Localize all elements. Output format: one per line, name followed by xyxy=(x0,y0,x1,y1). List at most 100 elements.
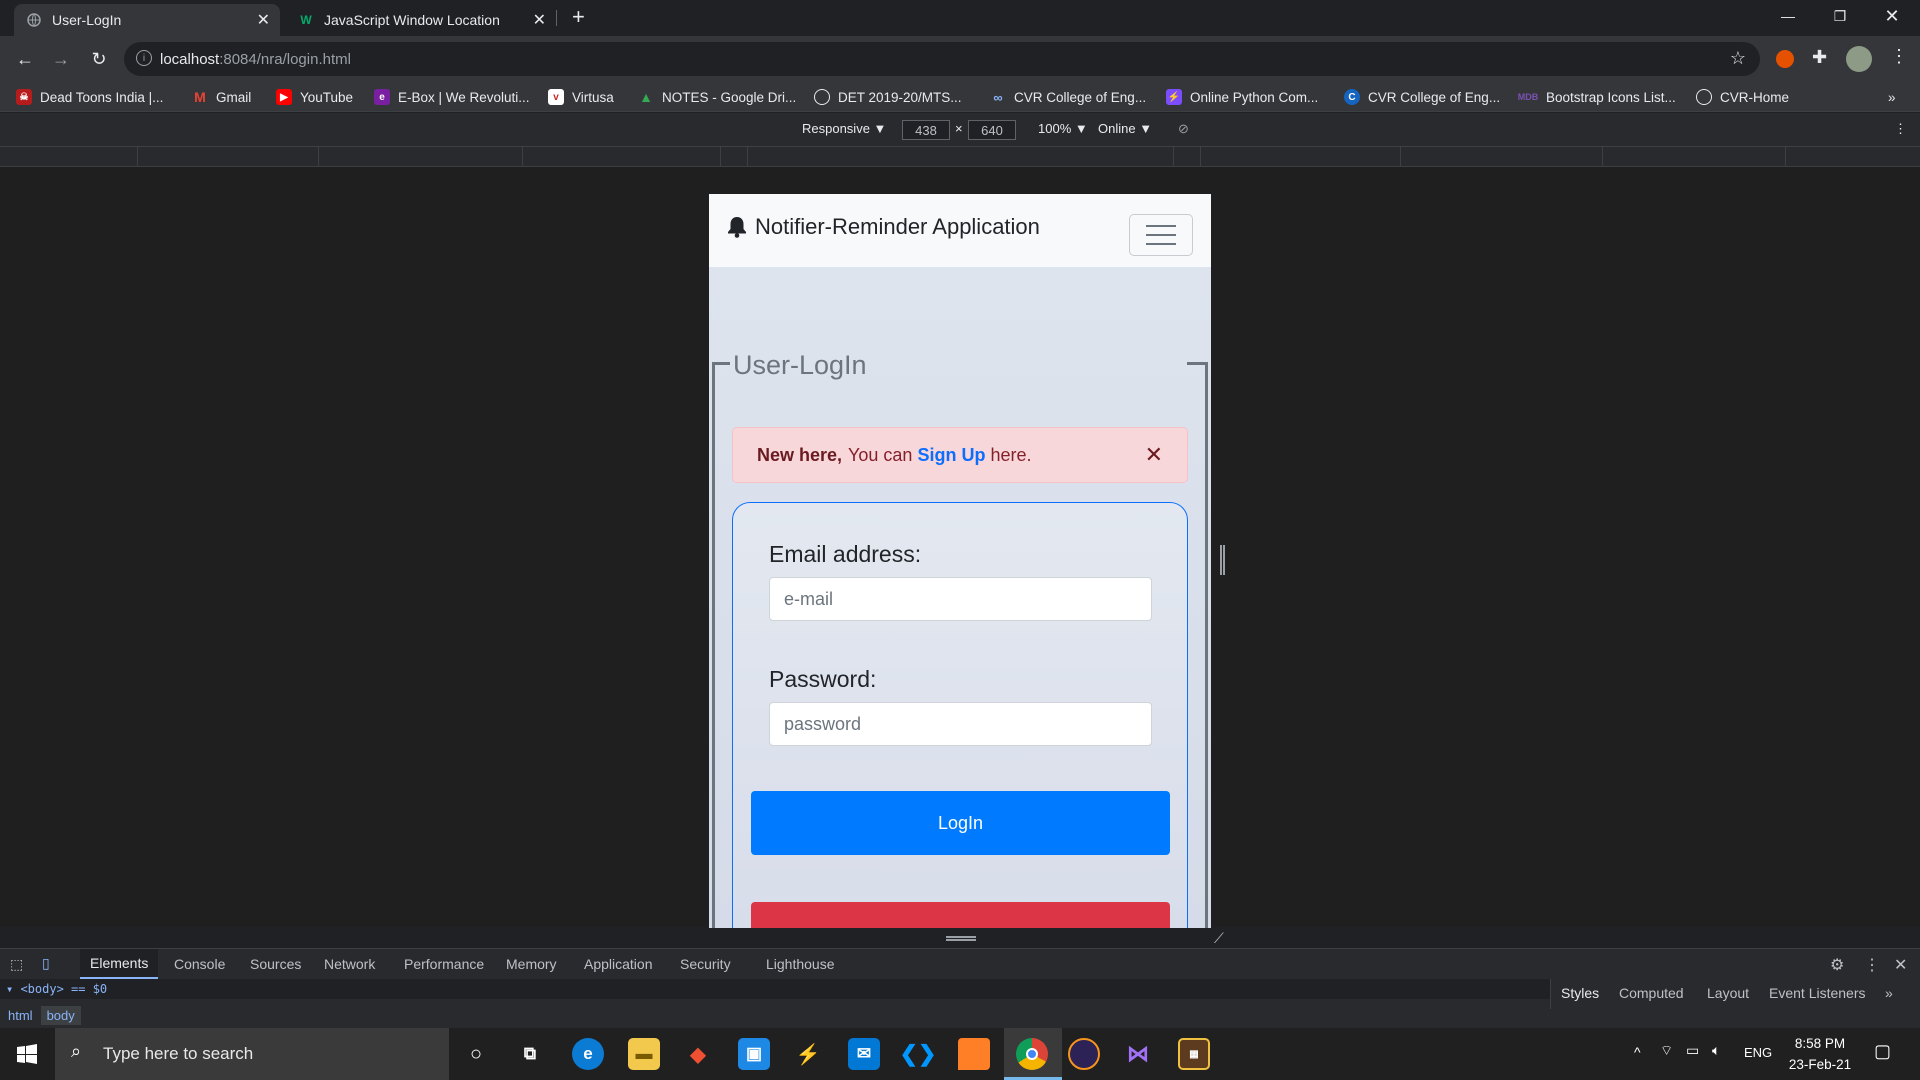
close-tab-icon[interactable]: ✕ xyxy=(533,10,546,30)
width-resize-handle[interactable] xyxy=(1220,545,1225,575)
corner-resize-handle[interactable]: ⟋ xyxy=(1214,930,1224,947)
devtools-settings-icon[interactable]: ⚙ xyxy=(1830,955,1844,975)
close-window-button[interactable]: ✕ xyxy=(1866,0,1918,32)
minimize-button[interactable]: — xyxy=(1762,0,1814,32)
ruler-segment[interactable] xyxy=(1200,147,1201,167)
device-width-input[interactable]: 438 xyxy=(902,120,950,140)
bookmark-item[interactable]: DET 2019-20/MTS... xyxy=(814,86,962,108)
avatar[interactable] xyxy=(1846,46,1872,72)
devtools-close-icon[interactable]: ✕ xyxy=(1894,955,1907,975)
device-height-input[interactable]: 640 xyxy=(968,120,1016,140)
ruler-segment[interactable] xyxy=(1173,147,1174,167)
extension-icon[interactable] xyxy=(1776,50,1794,68)
chrome-menu-icon[interactable]: ⋮ xyxy=(1890,46,1908,67)
tab-styles[interactable]: Styles xyxy=(1561,985,1599,1001)
bookmark-star-icon[interactable]: ☆ xyxy=(1730,48,1746,69)
breadcrumb-body[interactable]: body xyxy=(40,1005,81,1025)
extensions-puzzle-icon[interactable]: ✚ xyxy=(1812,47,1827,68)
bookmark-item[interactable]: MDB Bootstrap Icons List... xyxy=(1518,86,1676,108)
close-alert-icon[interactable]: ✕ xyxy=(1145,442,1163,468)
battery-icon[interactable]: ▭ xyxy=(1686,1042,1699,1059)
ruler-segment[interactable] xyxy=(747,147,748,167)
new-tab-button[interactable]: + xyxy=(572,4,585,30)
email-field[interactable]: e-mail xyxy=(769,577,1152,621)
bookmark-item[interactable]: e E-Box | We Revoluti... xyxy=(374,86,530,108)
ruler-segment[interactable] xyxy=(522,147,523,167)
login-button[interactable]: LogIn xyxy=(751,791,1170,855)
sticky-notes-icon[interactable] xyxy=(958,1038,990,1070)
device-toolbar-menu-icon[interactable]: ⋮ xyxy=(1894,121,1907,137)
inspect-element-icon[interactable]: ⬚ xyxy=(10,956,23,973)
more-tabs-icon[interactable]: » xyxy=(1885,985,1893,1001)
network-throttle-dropdown[interactable]: Online ▼ xyxy=(1098,121,1152,136)
file-explorer-icon[interactable]: ▬ xyxy=(628,1038,660,1070)
bookmark-item[interactable]: v Virtusa xyxy=(548,86,614,108)
ruler-segment[interactable] xyxy=(1400,147,1401,167)
wifi-icon[interactable]: ⌔ xyxy=(1660,1042,1673,1060)
tab-layout[interactable]: Layout xyxy=(1707,985,1749,1001)
password-field[interactable]: password xyxy=(769,702,1152,746)
ruler-segment[interactable] xyxy=(1602,147,1603,167)
language-indicator[interactable]: ENG xyxy=(1744,1045,1772,1060)
taskbar-search-input[interactable]: ⌕ Type here to search xyxy=(55,1028,449,1080)
tab-user-login[interactable]: User-LogIn ✕ xyxy=(14,4,280,36)
bookmark-item[interactable]: CVR-Home xyxy=(1696,86,1789,108)
restore-button[interactable]: ❐ xyxy=(1814,0,1866,32)
rotate-icon[interactable]: ⊘ xyxy=(1178,121,1189,137)
devtools-tab-network[interactable]: Network xyxy=(314,949,385,979)
tab-javascript-window-location[interactable]: W JavaScript Window Location ✕ xyxy=(286,4,556,36)
bookmark-item[interactable]: ☠ Dead Toons India |... xyxy=(16,86,163,108)
devtools-tab-memory[interactable]: Memory xyxy=(496,949,567,979)
cortana-icon[interactable]: ○ xyxy=(460,1038,492,1070)
device-toggle-icon[interactable]: ▯ xyxy=(42,955,50,972)
devtools-tab-application[interactable]: Application xyxy=(574,949,663,979)
bookmark-item[interactable]: ∞ CVR College of Eng... xyxy=(990,86,1146,108)
close-tab-icon[interactable]: ✕ xyxy=(257,10,270,30)
devtools-tab-sources[interactable]: Sources xyxy=(240,949,311,979)
info-icon[interactable]: i xyxy=(136,50,152,66)
devtools-tab-lighthouse[interactable]: Lighthouse xyxy=(756,949,845,979)
breadcrumb-html[interactable]: html xyxy=(0,1008,41,1023)
clock-date[interactable]: 23-Feb-21 xyxy=(1784,1057,1856,1072)
bookmark-item[interactable]: ▶ YouTube xyxy=(276,86,353,108)
edge-icon[interactable]: e xyxy=(572,1038,604,1070)
tab-event-listeners[interactable]: Event Listeners xyxy=(1769,985,1866,1001)
forward-button[interactable]: → xyxy=(46,44,76,74)
devtools-tab-elements[interactable]: Elements xyxy=(80,949,159,979)
bookmark-item[interactable]: ▲ NOTES - Google Dri... xyxy=(638,86,796,108)
zoom-dropdown[interactable]: 100% ▼ xyxy=(1038,121,1088,136)
chrome-icon[interactable] xyxy=(1016,1038,1048,1070)
bookmark-item[interactable]: C CVR College of Eng... xyxy=(1344,86,1500,108)
sign-up-link[interactable]: Sign Up xyxy=(917,445,985,466)
tab-computed[interactable]: Computed xyxy=(1619,985,1684,1001)
navbar-brand[interactable]: Notifier-Reminder Application xyxy=(727,214,1040,240)
clock-time[interactable]: 8:58 PM xyxy=(1792,1036,1848,1051)
height-resize-handle[interactable] xyxy=(946,936,976,941)
app-icon[interactable]: ▦ xyxy=(1178,1038,1210,1070)
vscode-icon[interactable]: ❮❯ xyxy=(900,1038,937,1070)
mail-icon[interactable]: ✉ xyxy=(848,1038,880,1070)
reload-button[interactable]: ↻ xyxy=(84,44,114,74)
eclipse-icon[interactable] xyxy=(1068,1038,1100,1070)
bookmark-item[interactable]: M Gmail xyxy=(192,86,251,108)
volume-icon[interactable]: 🔈︎ xyxy=(1712,1042,1720,1059)
devtools-tab-performance[interactable]: Performance xyxy=(394,949,494,979)
bookmarks-overflow-icon[interactable]: » xyxy=(1888,86,1896,108)
devtools-tab-security[interactable]: Security xyxy=(670,949,741,979)
git-icon[interactable]: ◆ xyxy=(682,1038,714,1070)
ruler-segment[interactable] xyxy=(137,147,138,167)
notifications-icon[interactable]: ▢ xyxy=(1874,1041,1891,1062)
store-icon[interactable]: ▣ xyxy=(738,1038,770,1070)
address-bar[interactable]: i localhost:8084/nra/login.html ☆ xyxy=(124,42,1760,76)
bookmark-item[interactable]: ⚡ Online Python Com... xyxy=(1166,86,1318,108)
responsive-dropdown[interactable]: Responsive ▼ xyxy=(802,121,886,136)
terminal-icon[interactable]: ⚡ xyxy=(792,1038,824,1070)
dom-tree-line[interactable]: ▾ <body> == $0 xyxy=(0,979,1550,999)
task-view-icon[interactable]: ⧉ xyxy=(514,1038,546,1070)
tray-expand-icon[interactable]: ^ xyxy=(1634,1044,1641,1060)
windows-start-icon[interactable] xyxy=(17,1044,37,1064)
red-button[interactable] xyxy=(751,902,1170,928)
ruler-segment[interactable] xyxy=(720,147,721,167)
visual-studio-icon[interactable]: ⋈ xyxy=(1122,1038,1154,1070)
devtools-menu-icon[interactable]: ⋮ xyxy=(1864,955,1880,975)
